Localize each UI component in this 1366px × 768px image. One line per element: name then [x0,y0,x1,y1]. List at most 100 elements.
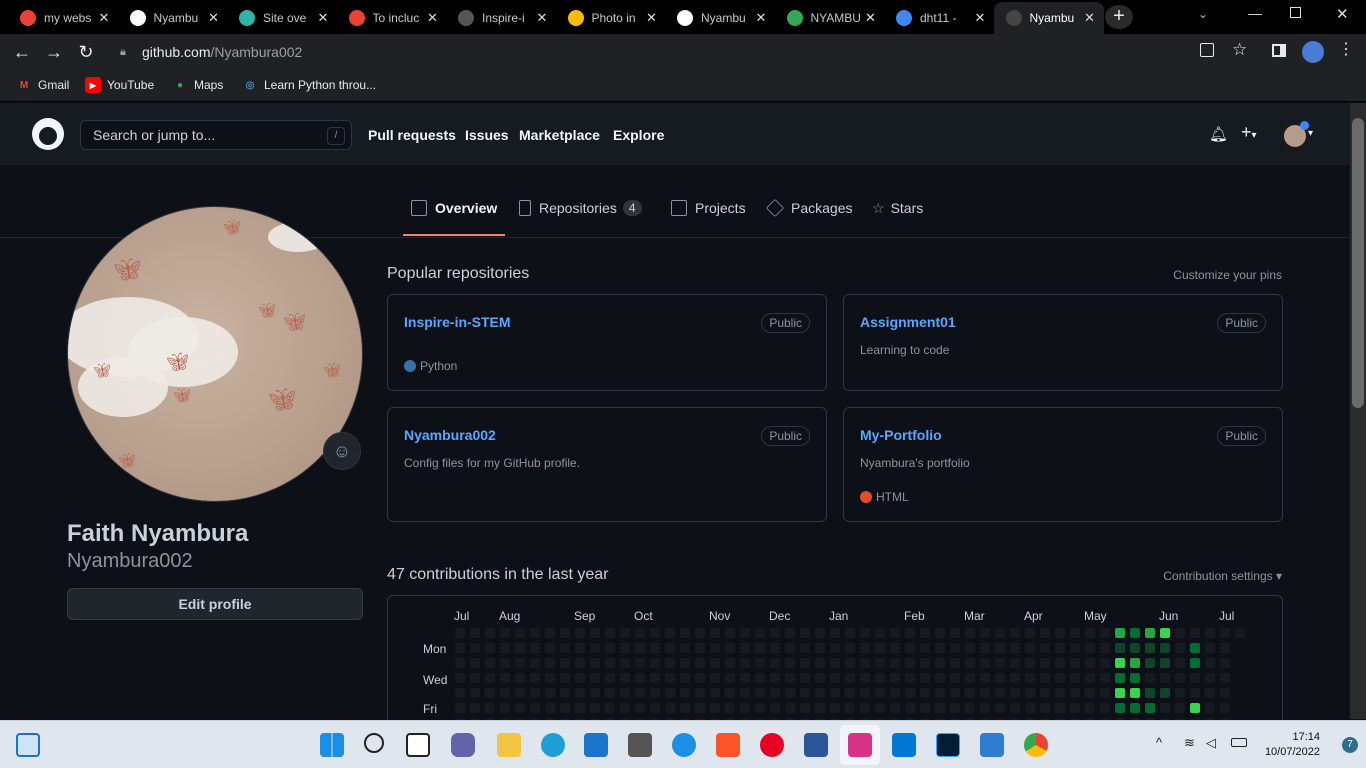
contribution-day-cell[interactable] [995,643,1005,653]
contribution-day-cell[interactable] [560,658,570,668]
contribution-day-cell[interactable] [950,658,960,668]
contribution-day-cell[interactable] [785,658,795,668]
contribution-day-cell[interactable] [1070,688,1080,698]
contribution-day-cell[interactable] [1220,643,1230,653]
set-status-smiley-icon[interactable]: ☺ [323,432,361,470]
contribution-day-cell[interactable] [935,703,945,713]
contribution-day-cell[interactable] [635,658,645,668]
contribution-day-cell[interactable] [590,658,600,668]
contribution-day-cell[interactable] [965,688,975,698]
contribution-day-cell[interactable] [965,628,975,638]
contribution-day-cell[interactable] [545,658,555,668]
close-tab-icon[interactable]: ✕ [534,10,550,26]
back-icon[interactable]: ← [10,40,34,64]
browser-tab[interactable]: Site ove ✕ [227,2,337,34]
contribution-day-cell[interactable] [1070,658,1080,668]
contribution-day-cell[interactable] [545,703,555,713]
contribution-day-cell[interactable] [1175,658,1185,668]
contribution-day-cell[interactable] [1220,673,1230,683]
contribution-day-cell[interactable] [1055,628,1065,638]
contribution-day-cell[interactable] [1085,703,1095,713]
close-tab-icon[interactable]: ✕ [425,10,441,26]
contribution-day-cell[interactable] [1010,628,1020,638]
contribution-day-cell[interactable] [905,673,915,683]
contribution-day-cell[interactable] [965,673,975,683]
contribution-day-cell[interactable] [545,643,555,653]
contribution-day-cell[interactable] [755,643,765,653]
contribution-day-cell[interactable] [1130,688,1140,698]
contribution-day-cell[interactable] [740,643,750,653]
contribution-day-cell[interactable] [755,628,765,638]
nav-marketplace[interactable]: Marketplace [519,127,600,143]
contribution-day-cell[interactable] [920,688,930,698]
contribution-day-cell[interactable] [695,658,705,668]
github-logo-icon[interactable] [32,118,64,150]
contribution-day-cell[interactable] [1130,703,1140,713]
contribution-day-cell[interactable] [635,673,645,683]
contribution-day-cell[interactable] [470,643,480,653]
contribution-day-cell[interactable] [680,628,690,638]
contribution-day-cell[interactable] [455,658,465,668]
contribution-day-cell[interactable] [470,628,480,638]
contribution-day-cell[interactable] [1025,643,1035,653]
contribution-day-cell[interactable] [935,673,945,683]
contribution-day-cell[interactable] [815,703,825,713]
contribution-day-cell[interactable] [965,658,975,668]
contribution-day-cell[interactable] [1085,658,1095,668]
contribution-day-cell[interactable] [755,688,765,698]
contribution-day-cell[interactable] [980,673,990,683]
contribution-day-cell[interactable] [815,688,825,698]
contribution-day-cell[interactable] [530,658,540,668]
contribution-day-cell[interactable] [800,658,810,668]
photos-icon[interactable] [980,733,1004,757]
contribution-day-cell[interactable] [875,643,885,653]
contribution-day-cell[interactable] [1205,688,1215,698]
contribution-day-cell[interactable] [770,628,780,638]
nav-issues[interactable]: Issues [465,127,509,143]
contribution-day-cell[interactable] [515,703,525,713]
contribution-day-cell[interactable] [1070,703,1080,713]
contribution-day-cell[interactable] [1040,688,1050,698]
contribution-day-cell[interactable] [1055,658,1065,668]
contribution-day-cell[interactable] [965,703,975,713]
bookmark-star-icon[interactable]: ☆ [1232,40,1247,60]
contribution-day-cell[interactable] [575,658,585,668]
user-menu-caret-icon[interactable]: ▾ [1308,128,1313,139]
contribution-day-cell[interactable] [590,628,600,638]
contribution-day-cell[interactable] [1040,658,1050,668]
contribution-day-cell[interactable] [680,643,690,653]
vscode-icon[interactable] [892,733,916,757]
browser-tab[interactable]: dht11 - ✕ [884,2,994,34]
contribution-day-cell[interactable] [950,673,960,683]
contribution-day-cell[interactable] [905,628,915,638]
contribution-day-cell[interactable] [815,643,825,653]
contribution-day-cell[interactable] [665,643,675,653]
contribution-day-cell[interactable] [1040,643,1050,653]
browser-tab[interactable]: Photo in ✕ [556,2,666,34]
contribution-day-cell[interactable] [515,643,525,653]
profile-avatar[interactable]: 🦋︎ 🦋︎ 🦋︎ 🦋︎ 🦋︎ 🦋︎ 🦋︎ 🦋︎ 🦋︎ 🦋︎ [67,206,363,502]
contribution-day-cell[interactable] [530,703,540,713]
contribution-day-cell[interactable] [1130,643,1140,653]
contribution-day-cell[interactable] [1100,703,1110,713]
tab-projects[interactable]: Projects [671,200,746,236]
contribution-day-cell[interactable] [1220,658,1230,668]
contribution-day-cell[interactable] [695,688,705,698]
contribution-day-cell[interactable] [1145,628,1155,638]
contribution-day-cell[interactable] [1145,703,1155,713]
contribution-day-cell[interactable] [695,673,705,683]
contribution-day-cell[interactable] [755,673,765,683]
contribution-day-cell[interactable] [620,673,630,683]
notifications-bell-icon[interactable]: 🔔︎ [1209,125,1228,143]
show-hidden-icons-chevron[interactable]: ^ [1156,735,1162,750]
share-icon[interactable] [1200,43,1214,57]
contribution-day-cell[interactable] [650,688,660,698]
contribution-day-cell[interactable] [845,688,855,698]
contribution-day-cell[interactable] [905,688,915,698]
contribution-day-cell[interactable] [1145,688,1155,698]
contribution-day-cell[interactable] [1205,673,1215,683]
contribution-day-cell[interactable] [1205,628,1215,638]
bookmark-gmail[interactable]: M Gmail [16,77,70,93]
contribution-day-cell[interactable] [635,688,645,698]
contribution-day-cell[interactable] [650,703,660,713]
